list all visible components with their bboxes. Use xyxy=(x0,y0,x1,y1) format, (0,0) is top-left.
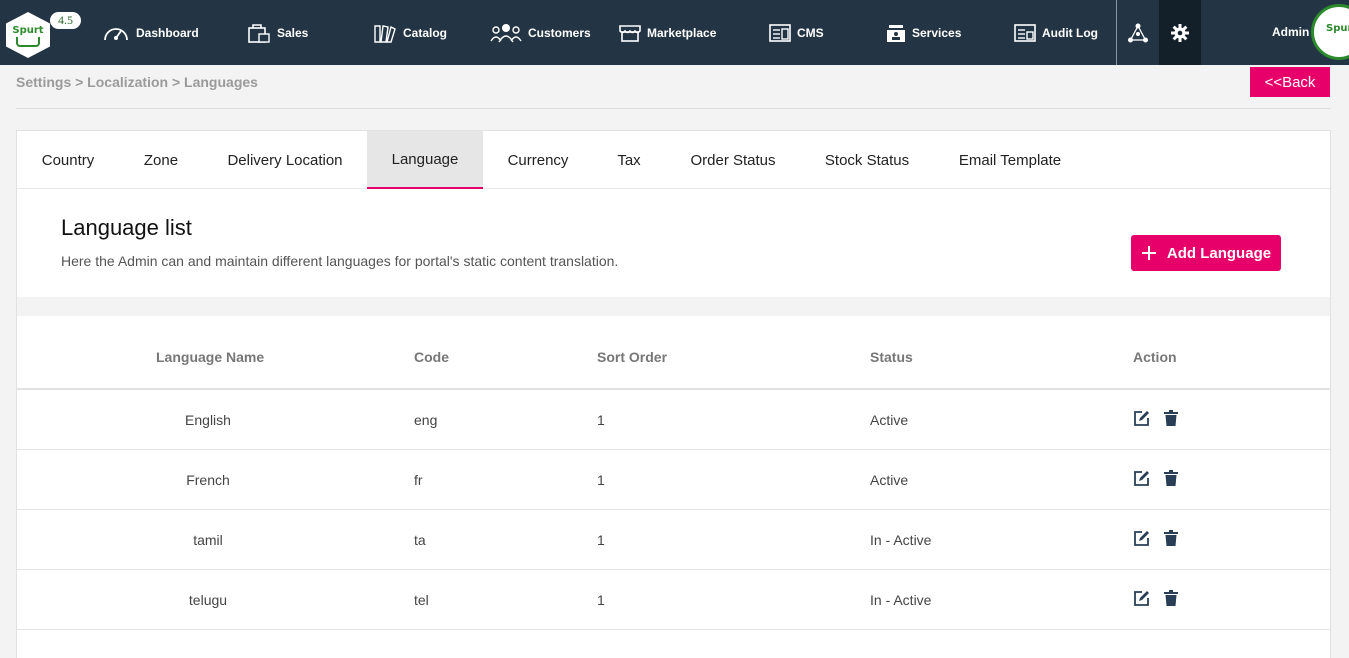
tab-email-template[interactable]: Email Template xyxy=(945,131,1075,189)
section-description: Here the Admin can and maintain differen… xyxy=(61,253,619,269)
avatar[interactable]: Spurt xyxy=(1311,4,1349,60)
language-name-cell: English xyxy=(185,412,231,428)
nav-dashboard[interactable]: Dashboard xyxy=(102,0,199,65)
network-icon xyxy=(1128,23,1148,42)
code-cell: tel xyxy=(414,592,429,608)
delete-icon[interactable] xyxy=(1164,470,1178,486)
code-cell: fr xyxy=(414,472,423,488)
sort-order-cell: 1 xyxy=(597,532,605,548)
nav-label: Catalog xyxy=(403,25,448,40)
add-language-button[interactable]: Add Language xyxy=(1131,235,1281,271)
tab-tax[interactable]: Tax xyxy=(603,131,655,189)
audit-log-icon xyxy=(1014,23,1036,42)
nav-catalog[interactable]: Catalog xyxy=(373,0,447,65)
delete-icon[interactable] xyxy=(1164,530,1178,546)
cart-icon xyxy=(16,37,40,47)
delete-icon[interactable] xyxy=(1164,410,1178,426)
nav-label: Marketplace xyxy=(647,25,717,40)
logo-text: Spurt xyxy=(12,25,44,36)
tab-language[interactable]: Language xyxy=(367,131,483,189)
tab-currency[interactable]: Currency xyxy=(493,131,583,189)
avatar-logo-text: Spurt xyxy=(1326,23,1349,34)
divider xyxy=(16,108,1330,109)
table-row: English eng 1 Active xyxy=(17,390,1330,450)
nav-cms[interactable]: CMS xyxy=(769,0,824,65)
services-icon xyxy=(887,24,905,42)
column-header-action: Action xyxy=(1133,349,1177,365)
language-name-cell: telugu xyxy=(188,592,228,608)
app-logo[interactable]: Spurt xyxy=(6,12,50,58)
language-name-cell: French xyxy=(186,472,230,488)
column-header-code: Code xyxy=(414,349,449,365)
edit-icon[interactable] xyxy=(1133,470,1150,487)
settings-card: Country Zone Delivery Location Language … xyxy=(16,130,1331,658)
nav-services[interactable]: Services xyxy=(886,0,961,65)
section-spacer xyxy=(17,297,1330,316)
speedometer-icon xyxy=(104,27,128,40)
plus-icon xyxy=(1141,246,1156,260)
tab-country[interactable]: Country xyxy=(17,131,119,189)
nav-label: Sales xyxy=(277,25,309,40)
store-icon xyxy=(619,24,641,42)
status-cell: Active xyxy=(870,472,909,488)
language-name-cell: tamil xyxy=(193,532,223,548)
code-cell: ta xyxy=(414,532,426,548)
section-title: Language list xyxy=(61,215,192,240)
table-row: French fr 1 Active xyxy=(17,450,1330,510)
top-navbar: Spurt 4.5 Dashboard Sales Catalog Custom… xyxy=(0,0,1349,65)
tab-delivery-location[interactable]: Delivery Location xyxy=(213,131,357,189)
tab-stock-status[interactable]: Stock Status xyxy=(811,131,923,189)
status-cell: In - Active xyxy=(870,532,932,548)
status-cell: In - Active xyxy=(870,592,932,608)
table-row: telugu tel 1 In - Active xyxy=(17,570,1330,630)
delete-icon[interactable] xyxy=(1164,590,1178,606)
column-header-status: Status xyxy=(870,349,913,365)
tab-zone[interactable]: Zone xyxy=(130,131,192,189)
edit-icon[interactable] xyxy=(1133,590,1150,607)
settings-tabs: Country Zone Delivery Location Language … xyxy=(17,131,1330,189)
cms-icon xyxy=(769,23,791,42)
sort-order-cell: 1 xyxy=(597,472,605,488)
nav-sales[interactable]: Sales xyxy=(247,0,308,65)
sort-order-cell: 1 xyxy=(597,592,605,608)
nav-label: Services xyxy=(912,25,962,40)
edit-icon[interactable] xyxy=(1133,410,1150,427)
table-row: tamil ta 1 In - Active xyxy=(17,510,1330,570)
nav-label: Customers xyxy=(528,25,591,40)
gear-icon xyxy=(1171,23,1189,42)
version-badge: 4.5 xyxy=(50,12,81,29)
network-button[interactable] xyxy=(1117,0,1159,65)
settings-button[interactable] xyxy=(1159,0,1201,65)
edit-icon[interactable] xyxy=(1133,530,1150,547)
column-header-sort-order: Sort Order xyxy=(597,349,668,365)
section-header: Language list Here the Admin can and mai… xyxy=(17,189,1330,297)
nav-label: CMS xyxy=(797,25,824,40)
nav-label: Dashboard xyxy=(136,25,199,40)
nav-audit-log[interactable]: Audit Log xyxy=(1014,0,1098,65)
tab-order-status[interactable]: Order Status xyxy=(677,131,789,189)
code-cell: eng xyxy=(414,412,438,428)
back-button[interactable]: <<Back xyxy=(1250,67,1330,97)
users-icon xyxy=(490,23,522,42)
admin-label[interactable]: Admin xyxy=(1272,25,1309,39)
catalog-icon xyxy=(374,24,396,43)
column-header-language-name: Language Name xyxy=(156,349,265,365)
nav-label: Audit Log xyxy=(1042,25,1098,40)
breadcrumb: Settings > Localization > Languages xyxy=(16,74,258,90)
shopping-bag-icon xyxy=(248,23,270,43)
nav-customers[interactable]: Customers xyxy=(490,0,591,65)
status-cell: Active xyxy=(870,412,909,428)
nav-marketplace[interactable]: Marketplace xyxy=(619,0,716,65)
add-language-label: Add Language xyxy=(1166,244,1272,262)
sort-order-cell: 1 xyxy=(597,412,605,428)
